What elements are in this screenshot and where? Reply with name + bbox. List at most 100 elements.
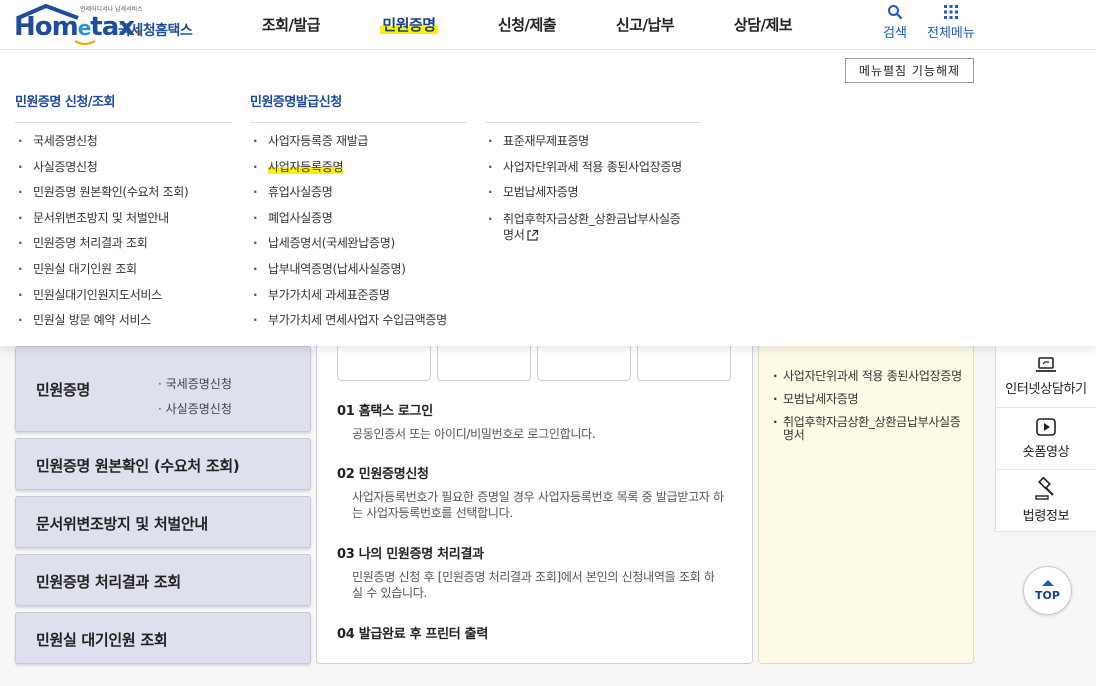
- menu-item-fact-cert[interactable]: 사실증명신청: [15, 155, 231, 181]
- menu-item-waiting-map[interactable]: 민원실대기인원지도서비스: [15, 283, 231, 309]
- quick-label: 법령정보: [1022, 509, 1070, 524]
- quick-shorts-video[interactable]: 숏폼영상: [996, 408, 1096, 470]
- mega-col-civil-apply: 민원증명 신청/조회 국세증명신청 사실증명신청 민원증명 원본확인(수요처 조…: [15, 89, 231, 334]
- step-desc: 사업자등록번호가 필요한 증명일 경우 사업자등록번호 목록 중 발급받고자 하…: [352, 490, 724, 520]
- related-cert-panel: 사업자단위과세 적용 종된사업장증명 모범납세자증명 취업후학자금상환_상환금납…: [758, 346, 974, 664]
- menu-item-student-loan-label-2: 명서: [503, 227, 525, 242]
- hometax-logo[interactable]: 언제어디서나 납세서비스 Hometax. 국세청홈택스: [14, 2, 204, 46]
- guide-step-4: 04 발급완료 후 프린터 출력: [337, 623, 747, 642]
- side-sub-national-tax-cert[interactable]: 국세증명신청: [158, 372, 232, 397]
- guide-tab[interactable]: [637, 346, 731, 381]
- mega-col-civil-issue-more: 표준재무제표증명 사업자단위과세 적용 종된사업장증명 모범납세자증명 취업후학…: [485, 89, 701, 254]
- menu-item-waiting-count[interactable]: 민원실 대기인원 조회: [15, 257, 231, 283]
- global-header: 언제어디서나 납세서비스 Hometax. 국세청홈택스 조회/발급 민원증명 …: [0, 0, 1096, 50]
- guide-tabs: [337, 346, 731, 381]
- menu-item-forgery-prevention[interactable]: 문서위변조방지 및 처벌안내: [15, 206, 231, 232]
- mega-col-list: 국세증명신청 사실증명신청 민원증명 원본확인(수요처 조회) 문서위변조방지 …: [15, 129, 231, 334]
- global-nav: 조회/발급 민원증명 신청/제출 신고/납부 상담/제보: [232, 0, 822, 50]
- menu-item-national-tax-cert[interactable]: 국세증명신청: [15, 129, 231, 155]
- side-menu-civil-certificate[interactable]: 민원증명 국세증명신청 사실증명신청: [15, 346, 311, 432]
- quick-label: 숏폼영상: [1022, 445, 1070, 460]
- civil-certificate-page: 민원증명 국세증명신청 사실증명신청 민원증명 원본확인 (수요처 조회) 문서…: [0, 346, 1096, 686]
- quick-label: 인터넷상담하기: [1005, 382, 1087, 397]
- nav-lookup-issue[interactable]: 조회/발급: [232, 0, 350, 50]
- step-title: 01 홈택스 로그인: [337, 404, 433, 419]
- mega-menu-dropdown: 메뉴펼침 기능해제 민원증명 신청/조회 국세증명신청 사실증명신청 민원증명 …: [0, 51, 1096, 346]
- mega-col-title-empty: [485, 89, 701, 123]
- mega-col-civil-issue: 민원증명발급신청 사업자등록증 재발급 사업자등록증명 휴업사실증명 폐업사실증…: [250, 89, 466, 334]
- quick-menu: 인터넷상담하기 숏폼영상 법령정보: [995, 346, 1096, 532]
- play-icon: [1036, 418, 1056, 436]
- search-label: 검색: [883, 26, 907, 41]
- nav-report-pay[interactable]: 신고/납부: [586, 0, 704, 50]
- side-menu-label: 민원증명 처리결과 조회: [36, 573, 181, 591]
- menu-item-vat-exempt-income-cert[interactable]: 부가가치세 면세사업자 수입금액증명: [250, 308, 466, 334]
- menu-item-student-loan-cert[interactable]: 취업후학자금상환_상환금납부사실증명서: [485, 206, 701, 254]
- nav-civil-certificate-label: 민원증명: [380, 16, 438, 34]
- mega-col-title: 민원증명 신청/조회: [15, 89, 231, 123]
- menu-item-financial-statement-cert[interactable]: 표준재무제표증명: [485, 129, 701, 155]
- scroll-top-button[interactable]: TOP: [1023, 566, 1072, 615]
- search-button[interactable]: 검색: [883, 4, 907, 41]
- guide-step-2: 02 민원증명신청 사업자등록번호가 필요한 증명일 경우 사업자등록번호 목록…: [337, 463, 747, 521]
- search-icon: [887, 5, 903, 20]
- menu-item-visit-reservation[interactable]: 민원실 방문 예약 서비스: [15, 308, 231, 334]
- process-guide-panel: 01 홈택스 로그인 공동인증서 또는 아이디/비밀번호로 로그인합니다. 02…: [316, 346, 753, 664]
- side-menu-label: 문서위변조방지 및 처벌안내: [36, 515, 208, 533]
- step-title: 04 발급완료 후 프린터 출력: [337, 627, 488, 642]
- menu-unfix-button[interactable]: 메뉴펼침 기능해제: [845, 58, 974, 83]
- guide-step-3: 03 나의 민원증명 처리결과 민원증명 신청 후 [민원증명 처리결과 조회]…: [337, 543, 747, 601]
- step-desc: 민원증명 신청 후 [민원증명 처리결과 조회]에서 본인의 신청내역을 조회 …: [352, 570, 715, 600]
- grid-menu-icon: [943, 5, 958, 19]
- menu-item-model-taxpayer-cert[interactable]: 모범납세자증명: [485, 180, 701, 206]
- mega-col-list: 사업자등록증 재발급 사업자등록증명 휴업사실증명 폐업사실증명 납세증명서(국…: [250, 129, 466, 334]
- side-menu-label: 민원증명 원본확인 (수요처 조회): [36, 457, 240, 475]
- logo-wordmark-e: e: [77, 16, 92, 40]
- menu-item-process-result[interactable]: 민원증명 처리결과 조회: [15, 231, 231, 257]
- side-menu-sublist: 국세증명신청 사실증명신청: [158, 372, 232, 422]
- gavel-icon: [1035, 477, 1054, 500]
- logo-wordmark-home: Hom: [14, 12, 79, 42]
- menu-item-unit-taxation-cert[interactable]: 사업자단위과세 적용 종된사업장증명: [485, 155, 701, 181]
- menu-item-original-verify[interactable]: 민원증명 원본확인(수요처 조회): [15, 180, 231, 206]
- related-model-taxpayer-cert[interactable]: 모범납세자증명: [773, 393, 969, 407]
- menu-item-closure-cert[interactable]: 폐업사실증명: [250, 206, 466, 232]
- step-title: 03 나의 민원증명 처리결과: [337, 547, 484, 562]
- nav-apply-submit[interactable]: 신청/제출: [468, 0, 586, 50]
- step-title: 02 민원증명신청: [337, 467, 429, 482]
- menu-item-student-loan-label-1: 취업후학자금상환_상환금납부사실증: [503, 211, 681, 226]
- menu-item-payment-history-cert[interactable]: 납부내역증명(납세사실증명): [250, 257, 466, 283]
- logo-smile-icon: [74, 40, 96, 45]
- side-menu-label: 민원증명: [36, 381, 91, 399]
- nav-consult-report[interactable]: 상담/제보: [704, 0, 822, 50]
- quick-law-info[interactable]: 법령정보: [996, 470, 1096, 532]
- guide-step-1: 01 홈택스 로그인 공동인증서 또는 아이디/비밀번호로 로그인합니다.: [337, 400, 747, 442]
- mega-col-list: 표준재무제표증명 사업자단위과세 적용 종된사업장증명 모범납세자증명 취업후학…: [485, 129, 701, 254]
- side-menu-forgery-prevention[interactable]: 문서위변조방지 및 처벌안내: [15, 496, 311, 548]
- step-desc: 공동인증서 또는 아이디/비밀번호로 로그인합니다.: [352, 427, 596, 441]
- menu-item-tax-payment-cert[interactable]: 납세증명서(국세완납증명): [250, 231, 466, 257]
- menu-item-biz-reg-cert[interactable]: 사업자등록증명: [250, 155, 466, 181]
- menu-item-suspension-cert[interactable]: 휴업사실증명: [250, 180, 466, 206]
- nav-civil-certificate[interactable]: 민원증명: [350, 0, 468, 50]
- laptop-icon: [1036, 357, 1056, 372]
- menu-item-biz-reg-cert-label: 사업자등록증명: [268, 159, 344, 174]
- related-unit-taxation-cert[interactable]: 사업자단위과세 적용 종된사업장증명: [773, 370, 969, 384]
- guide-tab[interactable]: [337, 346, 431, 381]
- side-menu-waiting-count[interactable]: 민원실 대기인원 조회: [15, 612, 311, 664]
- menu-item-vat-base-cert[interactable]: 부가가치세 과세표준증명: [250, 283, 466, 309]
- quick-internet-consult[interactable]: 인터넷상담하기: [996, 346, 1096, 408]
- arrow-up-icon: [1041, 580, 1054, 586]
- related-cert-list: 사업자단위과세 적용 종된사업장증명 모범납세자증명 취업후학자금상환_상환금납…: [773, 370, 969, 452]
- side-menu-process-result[interactable]: 민원증명 처리결과 조회: [15, 554, 311, 606]
- external-link-icon: [527, 229, 539, 241]
- top-label: TOP: [1035, 589, 1060, 602]
- related-student-loan-cert[interactable]: 취업후학자금상환_상환금납부사실증명서: [773, 416, 969, 442]
- side-sub-fact-cert[interactable]: 사실증명신청: [158, 397, 232, 422]
- side-menu-original-verify[interactable]: 민원증명 원본확인 (수요처 조회): [15, 438, 311, 490]
- logo-subtitle: 국세청홈택스: [118, 23, 193, 39]
- all-menu-button[interactable]: 전체메뉴: [927, 4, 975, 41]
- guide-tab[interactable]: [537, 346, 631, 381]
- guide-tab[interactable]: [437, 346, 531, 381]
- menu-item-biz-reg-reissue[interactable]: 사업자등록증 재발급: [250, 129, 466, 155]
